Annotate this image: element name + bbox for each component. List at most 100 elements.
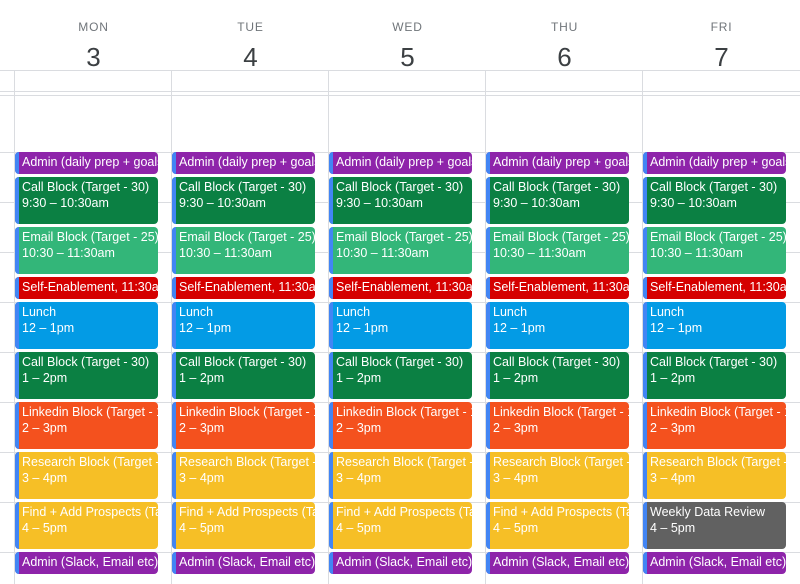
calendar-event[interactable]: Call Block (Target - 30) 1 – 2pm	[329, 352, 472, 399]
calendar-event[interactable]: Admin (Slack, Email etc)	[643, 552, 786, 574]
calendar-event[interactable]: Email Block (Target - 25) 10:30 – 11:30am	[643, 227, 786, 274]
calendar-event[interactable]: Email Block (Target - 25) 10:30 – 11:30am	[172, 227, 315, 274]
event-title: Admin (daily prep + goals)	[493, 155, 629, 169]
calendar-event[interactable]: Call Block (Target - 30) 1 – 2pm	[486, 352, 629, 399]
calendar-event[interactable]: Self-Enablement, 11:30am	[172, 277, 315, 299]
calendar-event[interactable]: Admin (Slack, Email etc)	[15, 552, 158, 574]
event-time: 2 – 3pm	[493, 421, 539, 435]
day-number[interactable]: 7	[643, 42, 800, 73]
calendar-event[interactable]: Admin (daily prep + goals)	[15, 152, 158, 174]
calendar-event[interactable]: Admin (daily prep + goals)	[172, 152, 315, 174]
calendar-event[interactable]: Call Block (Target - 30) 9:30 – 10:30am	[329, 177, 472, 224]
event-title: Research Block (Target - 10)	[650, 455, 786, 469]
event-title: Linkedin Block (Target - 10)	[650, 405, 786, 419]
calendar-event[interactable]: Admin (Slack, Email etc)	[172, 552, 315, 574]
day-header-wed[interactable]: WED 5	[329, 0, 486, 92]
event-time: 2 – 3pm	[650, 421, 696, 435]
event-title: Email Block (Target - 25)	[650, 230, 786, 244]
event-title: Research Block (Target - 10)	[22, 455, 158, 469]
event-time: 12 – 1pm	[493, 321, 546, 335]
event-time: 9:30 – 10:30am	[179, 196, 266, 210]
calendar-event[interactable]: Linkedin Block (Target - 10) 2 – 3pm	[643, 402, 786, 449]
calendar-event[interactable]: Lunch 12 – 1pm	[15, 302, 158, 349]
calendar-event[interactable]: Admin (Slack, Email etc)	[486, 552, 629, 574]
calendar-event[interactable]: Call Block (Target - 30) 9:30 – 10:30am	[172, 177, 315, 224]
event-title: Self-Enablement, 11:30am	[179, 280, 315, 294]
event-title: Find + Add Prospects (Target)	[336, 505, 472, 519]
event-title: Lunch	[179, 305, 214, 319]
event-time: 4 – 5pm	[22, 521, 68, 535]
day-number[interactable]: 3	[15, 42, 172, 73]
calendar-event[interactable]: Find + Add Prospects (Target) 4 – 5pm	[486, 502, 629, 549]
event-time: 4 – 5pm	[650, 521, 696, 535]
event-title: Linkedin Block (Target - 10)	[22, 405, 158, 419]
event-title: Find + Add Prospects (Target)	[493, 505, 629, 519]
event-time: 10:30 – 11:30am	[336, 246, 429, 260]
event-time: 9:30 – 10:30am	[22, 196, 109, 210]
calendar-event[interactable]: Find + Add Prospects (Target) 4 – 5pm	[329, 502, 472, 549]
event-title: Admin (Slack, Email etc)	[336, 555, 472, 569]
calendar-event[interactable]: Call Block (Target - 30) 9:30 – 10:30am	[643, 177, 786, 224]
day-name: FRI	[710, 20, 733, 34]
calendar-event[interactable]: Email Block (Target - 25) 10:30 – 11:30am	[329, 227, 472, 274]
event-title: Call Block (Target - 30)	[336, 355, 464, 369]
day-header-fri[interactable]: FRI 7	[643, 0, 800, 92]
calendar-event[interactable]: Lunch 12 – 1pm	[643, 302, 786, 349]
calendar-event[interactable]: Call Block (Target - 30) 9:30 – 10:30am	[486, 177, 629, 224]
day-header-thu[interactable]: THU 6	[486, 0, 643, 92]
calendar-event[interactable]: Self-Enablement, 11:30am	[643, 277, 786, 299]
event-title: Lunch	[336, 305, 371, 319]
calendar-event[interactable]: Self-Enablement, 11:30am	[15, 277, 158, 299]
calendar-event[interactable]: Call Block (Target - 30) 1 – 2pm	[172, 352, 315, 399]
calendar-event[interactable]: Research Block (Target - 10) 3 – 4pm	[15, 452, 158, 499]
event-time: 3 – 4pm	[336, 471, 382, 485]
calendar-event[interactable]: Call Block (Target - 30) 9:30 – 10:30am	[15, 177, 158, 224]
event-title: Call Block (Target - 30)	[493, 355, 621, 369]
day-name: MON	[78, 20, 109, 34]
calendar-event[interactable]: Call Block (Target - 30) 1 – 2pm	[643, 352, 786, 399]
calendar-event[interactable]: Admin (Slack, Email etc)	[329, 552, 472, 574]
day-number[interactable]: 5	[329, 42, 486, 73]
event-title: Email Block (Target - 25)	[336, 230, 472, 244]
event-time: 9:30 – 10:30am	[493, 196, 580, 210]
event-time: 12 – 1pm	[336, 321, 389, 335]
day-header-mon[interactable]: MON 3	[15, 0, 172, 92]
calendar-event[interactable]: Admin (daily prep + goals)	[486, 152, 629, 174]
calendar-event[interactable]: Email Block (Target - 25) 10:30 – 11:30am	[486, 227, 629, 274]
calendar-event[interactable]: Linkedin Block (Target - 10) 2 – 3pm	[486, 402, 629, 449]
calendar-event[interactable]: Weekly Data Review 4 – 5pm	[643, 502, 786, 549]
calendar-event[interactable]: Linkedin Block (Target - 10) 2 – 3pm	[15, 402, 158, 449]
day-header-tue[interactable]: TUE 4	[172, 0, 329, 92]
event-title: Lunch	[650, 305, 685, 319]
calendar-event[interactable]: Self-Enablement, 11:30am	[486, 277, 629, 299]
event-title: Lunch	[493, 305, 528, 319]
event-time: 1 – 2pm	[493, 371, 539, 385]
calendar-event[interactable]: Research Block (Target - 10) 3 – 4pm	[643, 452, 786, 499]
calendar-event[interactable]: Admin (daily prep + goals)	[643, 152, 786, 174]
day-number[interactable]: 6	[486, 42, 643, 73]
calendar-event[interactable]: Lunch 12 – 1pm	[172, 302, 315, 349]
calendar-event[interactable]: Call Block (Target - 30) 1 – 2pm	[15, 352, 158, 399]
event-title: Self-Enablement, 11:30am	[22, 280, 158, 294]
event-title: Linkedin Block (Target - 10)	[336, 405, 472, 419]
event-time: 2 – 3pm	[179, 421, 225, 435]
event-title: Admin (Slack, Email etc)	[493, 555, 629, 569]
calendar-event[interactable]: Research Block (Target - 10) 3 – 4pm	[329, 452, 472, 499]
calendar-event[interactable]: Find + Add Prospects (Target) 4 – 5pm	[15, 502, 158, 549]
day-number[interactable]: 4	[172, 42, 329, 73]
calendar-event[interactable]: Self-Enablement, 11:30am	[329, 277, 472, 299]
calendar-event[interactable]: Find + Add Prospects (Target) 4 – 5pm	[172, 502, 315, 549]
calendar-event[interactable]: Research Block (Target - 10) 3 – 4pm	[172, 452, 315, 499]
event-title: Find + Add Prospects (Target)	[179, 505, 315, 519]
event-title: Self-Enablement, 11:30am	[336, 280, 472, 294]
calendar-event[interactable]: Email Block (Target - 25) 10:30 – 11:30am	[15, 227, 158, 274]
event-time: 4 – 5pm	[179, 521, 225, 535]
calendar-event[interactable]: Linkedin Block (Target - 10) 2 – 3pm	[172, 402, 315, 449]
calendar-event[interactable]: Linkedin Block (Target - 10) 2 – 3pm	[329, 402, 472, 449]
calendar-event[interactable]: Lunch 12 – 1pm	[486, 302, 629, 349]
calendar-event[interactable]: Research Block (Target - 10) 3 – 4pm	[486, 452, 629, 499]
event-title: Email Block (Target - 25)	[179, 230, 315, 244]
calendar-event[interactable]: Lunch 12 – 1pm	[329, 302, 472, 349]
event-time: 2 – 3pm	[22, 421, 68, 435]
calendar-event[interactable]: Admin (daily prep + goals)	[329, 152, 472, 174]
